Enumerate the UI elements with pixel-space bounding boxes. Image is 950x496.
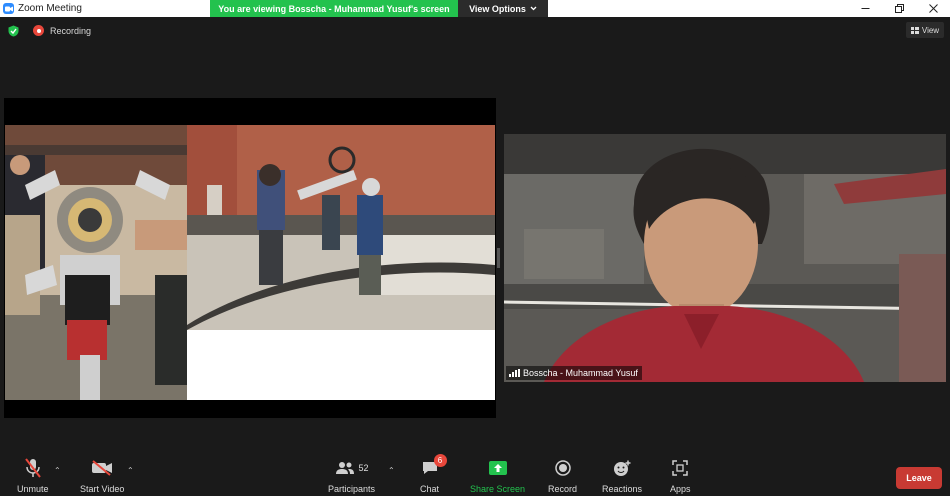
participants-label: Participants [328, 484, 376, 494]
reactions-button[interactable]: Reactions [602, 456, 642, 494]
record-icon [554, 460, 571, 476]
participant-name: Bosscha - Muhammad Yusuf [523, 368, 638, 378]
split-view-handle[interactable] [497, 248, 500, 268]
share-screen-icon-wrap [488, 456, 507, 480]
view-label: View [921, 25, 940, 35]
meeting-toolbar: Unmute ⌃ Start Video ⌃ 52 Participants ⌃ [0, 454, 950, 496]
view-options-label: View Options [469, 3, 526, 14]
recording-indicator[interactable]: Recording [33, 25, 91, 36]
video-options-caret-icon[interactable]: ⌃ [127, 466, 134, 475]
meeting-top-bar: Recording View [0, 20, 950, 42]
record-label: Record [548, 484, 578, 494]
restore-button[interactable] [882, 0, 916, 17]
window-title: Zoom Meeting [18, 3, 82, 14]
close-icon [928, 4, 938, 13]
shared-slide-blank-area [187, 330, 495, 400]
signal-strength-icon [509, 369, 520, 377]
participants-count: 52 [358, 463, 369, 473]
view-button[interactable]: View [906, 22, 944, 38]
leave-button[interactable]: Leave [896, 467, 942, 489]
chat-icon-wrap: 6 [421, 454, 447, 480]
participants-icon [335, 462, 354, 474]
unmute-button[interactable]: Unmute [17, 456, 49, 494]
share-screen-arrow-icon [488, 461, 507, 475]
restore-icon [894, 4, 904, 13]
participants-options-caret-icon[interactable]: ⌃ [388, 466, 395, 475]
grid-view-icon [910, 26, 919, 34]
record-button[interactable]: Record [548, 456, 577, 494]
screen-share-banner: You are viewing Bosscha - Muhammad Yusuf… [210, 0, 458, 17]
participant-video-tile[interactable]: Bosscha - Muhammad Yusuf [504, 134, 946, 382]
chat-label: Chat [420, 484, 440, 494]
record-icon-wrap [554, 456, 571, 480]
share-screen-label: Share Screen [470, 484, 526, 494]
start-video-label: Start Video [80, 484, 125, 494]
reactions-label: Reactions [602, 484, 643, 494]
shared-photo-telescope-instrument [5, 125, 188, 400]
chat-button[interactable]: 6 Chat [420, 454, 447, 494]
participant-name-tag: Bosscha - Muhammad Yusuf [506, 366, 642, 380]
zoom-logo-icon [3, 3, 14, 14]
participants-button[interactable]: 52 Participants [328, 456, 375, 494]
apps-icon-wrap [672, 456, 688, 480]
audio-options-caret-icon[interactable]: ⌃ [54, 466, 61, 475]
minimize-icon [861, 8, 869, 9]
encryption-shield-icon[interactable] [8, 25, 19, 37]
apps-icon [672, 460, 688, 476]
record-dot-icon [33, 25, 44, 36]
close-button[interactable] [916, 0, 950, 17]
unmute-icon-wrap [24, 456, 42, 480]
recording-label: Recording [50, 25, 92, 36]
apps-label: Apps [670, 484, 691, 494]
apps-button[interactable]: Apps [670, 456, 691, 494]
window-controls [848, 0, 950, 17]
microphone-muted-icon [24, 458, 41, 478]
participant-video-feed [504, 134, 946, 382]
participants-icon-wrap: 52 [335, 456, 369, 480]
share-screen-button[interactable]: Share Screen [470, 456, 525, 494]
minimize-button[interactable] [848, 0, 882, 17]
video-camera-off-icon [92, 460, 113, 476]
chevron-down-icon [530, 6, 537, 11]
unmute-label: Unmute [17, 484, 49, 494]
chat-unread-badge: 6 [433, 454, 447, 467]
start-video-icon-wrap [91, 456, 113, 480]
start-video-button[interactable]: Start Video [80, 456, 124, 494]
shared-screen[interactable] [4, 98, 496, 418]
reactions-icon-wrap [613, 456, 631, 480]
smiley-plus-icon [614, 460, 631, 476]
view-options-button[interactable]: View Options [458, 0, 548, 17]
shared-photo-dome-workers [187, 125, 495, 330]
